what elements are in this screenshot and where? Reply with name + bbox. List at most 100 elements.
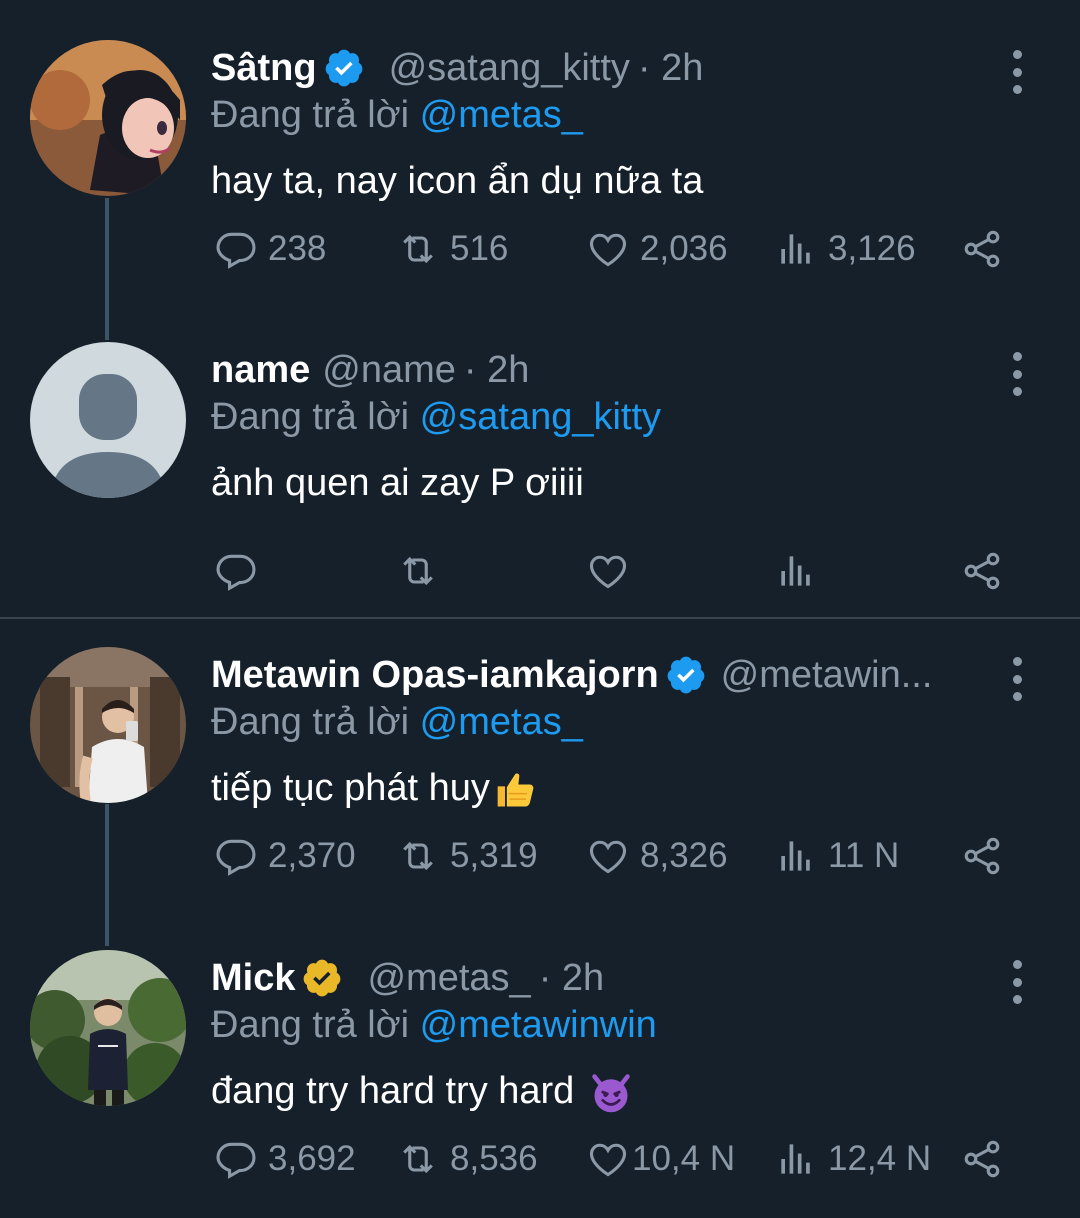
tweet[interactable]: Mick @metas_ · 2h Đang trả lời @metawinw… [0, 950, 1080, 1205]
retweet-icon [403, 556, 433, 586]
views-button[interactable]: 12,4 N [774, 1130, 931, 1188]
heart-icon [589, 840, 627, 874]
like-count: 2,036 [640, 229, 728, 268]
reply-button[interactable]: 2,370 [214, 827, 356, 885]
like-button[interactable] [586, 542, 640, 600]
tweet-text: ảnh quen ai zay P ơiiii [211, 462, 584, 504]
reply-prefix: Đang trả lời [211, 1004, 410, 1046]
tweet[interactable]: name @name · 2h Đang trả lời @satang_kit… [0, 342, 1080, 602]
views-button[interactable]: 3,126 [774, 220, 916, 278]
verified-blue-badge-icon [665, 654, 707, 696]
reply-icon [216, 839, 256, 876]
tweet[interactable]: Sâtng @satang_kitty · 2h Đang trả lời @m… [0, 40, 1080, 290]
mention-link[interactable]: @satang_kitty [420, 396, 661, 438]
retweet-count: 8,536 [450, 1139, 538, 1178]
reply-button[interactable]: 238 [214, 220, 326, 278]
reply-count: 2,370 [268, 836, 356, 875]
display-name[interactable]: Metawin Opas-iamkajorn [211, 654, 659, 697]
tweet-header: Sâtng @satang_kitty · 2h [211, 42, 971, 94]
mention-link[interactable]: @metas_ [420, 701, 583, 743]
retweet-button[interactable]: 5,319 [396, 827, 538, 885]
display-name[interactable]: Sâtng [211, 47, 317, 90]
tweet-text-container: tiếp tục phát huy [211, 767, 538, 812]
more-options-icon[interactable] [1000, 960, 1034, 1004]
retweet-icon [403, 841, 433, 871]
avatar[interactable] [30, 342, 186, 498]
reply-button[interactable]: 3,692 [214, 1130, 356, 1188]
timestamp: · 2h [637, 46, 704, 89]
heart-icon [589, 233, 627, 267]
reply-icon [216, 232, 256, 269]
like-count: 8,326 [640, 836, 728, 875]
reply-prefix: Đang trả lời [211, 701, 410, 743]
views-count: 11 N [828, 836, 900, 875]
tweet[interactable]: Metawin Opas-iamkajorn @metawin... Đang … [0, 647, 1080, 897]
action-bar: 2,370 5,319 8,326 11 N [0, 827, 1080, 885]
mention-link[interactable]: @metas_ [420, 94, 583, 136]
handle[interactable]: @name [322, 349, 456, 392]
share-icon [964, 230, 1000, 268]
like-button[interactable]: 2,036 [586, 220, 728, 278]
reply-icon [216, 1142, 256, 1179]
more-options-icon[interactable] [1000, 352, 1034, 396]
smiling-devil-emoji-icon [589, 1071, 633, 1115]
like-button[interactable]: 10,4 N [586, 1130, 735, 1188]
share-button[interactable] [960, 1130, 1014, 1188]
avatar[interactable] [30, 950, 186, 1106]
views-icon [781, 1144, 810, 1174]
avatar[interactable] [30, 647, 186, 803]
views-icon [781, 556, 810, 586]
tweet-header: Mick @metas_ · 2h [211, 952, 971, 1004]
handle[interactable]: @metawin... [721, 654, 933, 697]
share-button[interactable] [960, 542, 1014, 600]
timestamp: · 2h [463, 348, 530, 391]
views-icon [781, 841, 810, 871]
heart-icon [589, 1143, 627, 1177]
share-button[interactable] [960, 827, 1014, 885]
replying-to: Đang trả lời @metawinwin [211, 1004, 657, 1047]
reply-count: 238 [268, 229, 327, 268]
retweet-icon [403, 234, 433, 264]
more-options-icon[interactable] [1000, 657, 1034, 701]
thumbs-up-emoji-icon [494, 768, 538, 812]
share-icon [964, 837, 1000, 875]
reply-count: 3,692 [268, 1139, 356, 1178]
divider [0, 617, 1080, 619]
tweet-text: tiếp tục phát huy [211, 767, 490, 809]
views-button[interactable]: 11 N [774, 827, 899, 885]
replying-to: Đang trả lời @metas_ [211, 94, 583, 137]
like-button[interactable]: 8,326 [586, 827, 728, 885]
handle[interactable]: @metas_ [367, 957, 530, 1000]
reply-prefix: Đang trả lời [211, 94, 410, 136]
reply-button[interactable] [214, 542, 268, 600]
display-name[interactable]: name [211, 349, 310, 392]
verified-blue-badge-icon [323, 47, 365, 89]
tweet-text: đang try hard try hard [211, 1070, 585, 1112]
timestamp: · 2h [538, 956, 605, 999]
reply-prefix: Đang trả lời [211, 396, 410, 438]
retweet-button[interactable]: 516 [396, 220, 508, 278]
mention-link[interactable]: @metawinwin [420, 1004, 657, 1046]
like-count: 10,4 N [632, 1139, 736, 1178]
action-bar [0, 542, 1080, 600]
retweet-button[interactable] [396, 542, 450, 600]
display-name[interactable]: Mick [211, 957, 295, 1000]
views-button[interactable] [774, 542, 828, 600]
handle[interactable]: @satang_kitty [389, 47, 630, 90]
share-icon [964, 1140, 1000, 1178]
share-button[interactable] [960, 220, 1014, 278]
reply-icon [216, 554, 256, 591]
action-bar: 238 516 2,036 3,126 [0, 220, 1080, 278]
views-count: 12,4 N [828, 1139, 932, 1178]
tweet-text: hay ta, nay icon ẩn dụ nữa ta [211, 160, 704, 202]
share-icon [964, 552, 1000, 590]
action-bar: 3,692 8,536 10,4 N 12,4 N [0, 1130, 1080, 1188]
more-options-icon[interactable] [1000, 50, 1034, 94]
retweet-count: 516 [450, 229, 509, 268]
retweet-button[interactable]: 8,536 [396, 1130, 538, 1188]
views-icon [781, 234, 810, 264]
avatar[interactable] [30, 40, 186, 196]
replying-to: Đang trả lời @metas_ [211, 701, 583, 744]
tweet-text-container: đang try hard try hard [211, 1070, 633, 1115]
views-count: 3,126 [828, 229, 916, 268]
